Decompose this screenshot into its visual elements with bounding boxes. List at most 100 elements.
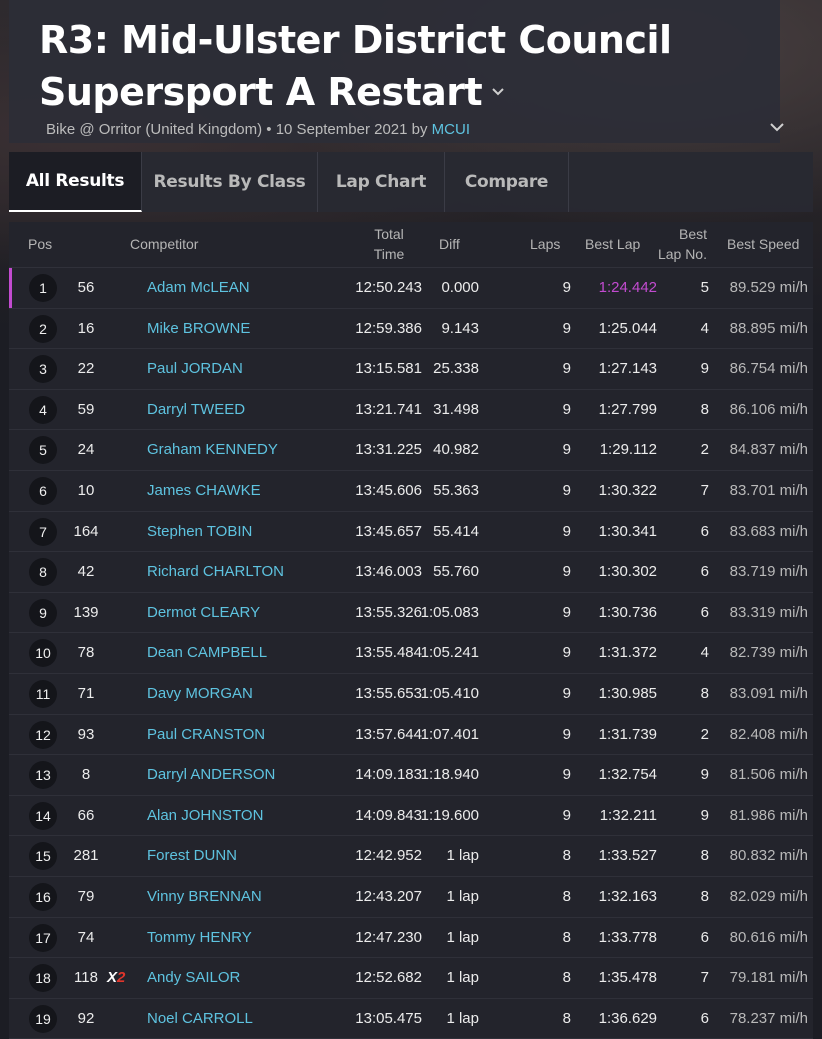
table-row[interactable]: 10 78 Dean CAMPBELL 13:55.484 1:05.241 9… xyxy=(9,633,813,674)
best-lap: 1:30.736 xyxy=(598,603,657,621)
x2-badge-x: X xyxy=(107,969,118,987)
diff: 55.363 xyxy=(433,481,479,499)
col-best-lap-no-line1: Best xyxy=(678,226,707,242)
diff: 1:05.083 xyxy=(420,603,479,621)
tab-compare[interactable]: Compare xyxy=(445,152,569,212)
table-row[interactable]: 13 8 Darryl ANDERSON 14:09.183 1:18.940 … xyxy=(9,755,813,796)
col-total-time-line2: Time xyxy=(373,246,405,262)
table-row[interactable]: 4 59 Darryl TWEED 13:21.741 31.498 9 1:2… xyxy=(9,390,813,431)
laps: 9 xyxy=(562,279,571,296)
competitor-link[interactable]: Darryl TWEED xyxy=(147,390,245,430)
table-row[interactable]: 12 93 Paul CRANSTON 13:57.644 1:07.401 9… xyxy=(9,715,813,756)
total-time: 14:09.183 xyxy=(355,766,422,784)
diff: 1 lap xyxy=(446,887,479,905)
position-badge: 1 xyxy=(29,274,57,302)
best-lap: 1:32.163 xyxy=(598,887,657,905)
competitor-link[interactable]: Paul CRANSTON xyxy=(147,715,265,755)
race-number: 93 xyxy=(77,725,95,743)
col-best-lap-no[interactable]: Best Lap No. xyxy=(645,224,707,264)
competitor-link[interactable]: Alan JOHNSTON xyxy=(147,796,263,836)
competitor-link[interactable]: Paul JORDAN xyxy=(147,349,243,389)
best-lap: 1:24.442 xyxy=(598,279,657,296)
best-lap: 1:30.322 xyxy=(598,481,657,499)
best-speed: 83.683 mi/h xyxy=(729,522,808,540)
table-row[interactable]: 1 56 Adam McLEAN 12:50.243 0.000 9 1:24.… xyxy=(9,268,813,309)
race-number: 164 xyxy=(73,522,99,540)
col-best-lap[interactable]: Best Lap xyxy=(585,234,640,254)
position-badge: 13 xyxy=(29,761,57,790)
best-lap-no: 2 xyxy=(700,725,709,743)
col-best-speed[interactable]: Best Speed xyxy=(727,234,799,254)
position-badge: 11 xyxy=(29,679,57,708)
tab-lap-chart[interactable]: Lap Chart xyxy=(318,152,445,212)
competitor-link[interactable]: Mike BROWNE xyxy=(147,309,250,349)
best-lap-no: 6 xyxy=(700,1009,709,1027)
table-row[interactable]: 17 74 Tommy HENRY 12:47.230 1 lap 8 1:33… xyxy=(9,918,813,959)
tab-all-results[interactable]: All Results xyxy=(9,152,142,212)
table-row[interactable]: 14 66 Alan JOHNSTON 14:09.843 1:19.600 9… xyxy=(9,796,813,837)
best-lap-no: 4 xyxy=(700,319,709,337)
table-row[interactable]: 18 118 Andy SAILOR 12:52.682 1 lap 8 1:3… xyxy=(9,958,813,999)
total-time: 13:46.003 xyxy=(355,563,422,581)
competitor-link[interactable]: Forest DUNN xyxy=(147,836,237,876)
author-link[interactable]: MCUI xyxy=(432,121,470,138)
competitor-link[interactable]: Richard CHARLTON xyxy=(147,552,284,592)
diff: 40.982 xyxy=(433,441,479,459)
table-row[interactable]: 7 164 Stephen TOBIN 13:45.657 55.414 9 1… xyxy=(9,512,813,553)
position-badge: 19 xyxy=(29,1004,57,1033)
total-time: 13:21.741 xyxy=(355,400,422,418)
competitor-link[interactable]: Davy MORGAN xyxy=(147,674,253,714)
race-number: 78 xyxy=(77,644,95,662)
diff: 31.498 xyxy=(433,400,479,418)
best-speed: 78.237 mi/h xyxy=(729,1009,808,1027)
best-speed: 82.408 mi/h xyxy=(729,725,808,743)
competitor-link[interactable]: Vinny BRENNAN xyxy=(147,877,262,917)
table-row[interactable]: 5 24 Graham KENNEDY 13:31.225 40.982 9 1… xyxy=(9,430,813,471)
diff: 1 lap xyxy=(446,1009,479,1027)
best-lap-no: 9 xyxy=(700,806,709,824)
competitor-link[interactable]: Dean CAMPBELL xyxy=(147,633,267,673)
best-speed: 86.106 mi/h xyxy=(729,400,808,418)
best-lap-no: 5 xyxy=(700,279,709,296)
table-row[interactable]: 6 10 James CHAWKE 13:45.606 55.363 9 1:3… xyxy=(9,471,813,512)
table-row[interactable]: 8 42 Richard CHARLTON 13:46.003 55.760 9… xyxy=(9,552,813,593)
table-row[interactable]: 9 139 Dermot CLEARY 13:55.326 1:05.083 9… xyxy=(9,593,813,634)
table-row[interactable]: 15 281 Forest DUNN 12:42.952 1 lap 8 1:3… xyxy=(9,836,813,877)
total-time: 13:55.484 xyxy=(355,644,422,662)
col-diff[interactable]: Diff xyxy=(439,234,460,254)
table-row[interactable]: 19 92 Noel CARROLL 13:05.475 1 lap 8 1:3… xyxy=(9,999,813,1039)
competitor-link[interactable]: Noel CARROLL xyxy=(147,999,253,1039)
chevron-down-icon[interactable] xyxy=(490,81,506,101)
competitor-link[interactable]: Andy SAILOR xyxy=(147,958,240,998)
tab-results-by-class[interactable]: Results By Class xyxy=(142,152,318,212)
laps: 9 xyxy=(562,319,571,337)
competitor-link[interactable]: Darryl ANDERSON xyxy=(147,755,275,795)
position-badge: 2 xyxy=(29,314,57,343)
col-competitor[interactable]: Competitor xyxy=(130,234,198,254)
competitor-link[interactable]: Adam McLEAN xyxy=(147,268,250,308)
expand-chevron-icon[interactable] xyxy=(769,120,785,134)
diff: 55.760 xyxy=(433,563,479,581)
table-row[interactable]: 16 79 Vinny BRENNAN 12:43.207 1 lap 8 1:… xyxy=(9,877,813,918)
event-header: R3: Mid-Ulster District Council Superspo… xyxy=(9,0,784,143)
best-speed: 83.719 mi/h xyxy=(729,563,808,581)
table-row[interactable]: 2 16 Mike BROWNE 12:59.386 9.143 9 1:25.… xyxy=(9,309,813,350)
col-total-time-line1: Total xyxy=(374,226,404,242)
laps: 8 xyxy=(562,847,571,865)
laps: 9 xyxy=(562,766,571,784)
col-laps[interactable]: Laps xyxy=(530,234,560,254)
competitor-link[interactable]: James CHAWKE xyxy=(147,471,261,511)
table-row[interactable]: 3 22 Paul JORDAN 13:15.581 25.338 9 1:27… xyxy=(9,349,813,390)
competitor-link[interactable]: Graham KENNEDY xyxy=(147,430,278,470)
table-row[interactable]: 11 71 Davy MORGAN 13:55.653 1:05.410 9 1… xyxy=(9,674,813,715)
competitor-link[interactable]: Tommy HENRY xyxy=(147,918,252,958)
col-total-time[interactable]: Total Time xyxy=(369,224,409,264)
col-pos[interactable]: Pos xyxy=(28,234,52,254)
race-number: 16 xyxy=(77,319,95,337)
laps: 9 xyxy=(562,603,571,621)
competitor-link[interactable]: Dermot CLEARY xyxy=(147,593,260,633)
best-speed: 84.837 mi/h xyxy=(729,441,808,459)
best-speed: 82.739 mi/h xyxy=(729,644,808,662)
competitor-link[interactable]: Stephen TOBIN xyxy=(147,512,252,552)
page-title[interactable]: R3: Mid-Ulster District Council Superspo… xyxy=(39,14,779,118)
